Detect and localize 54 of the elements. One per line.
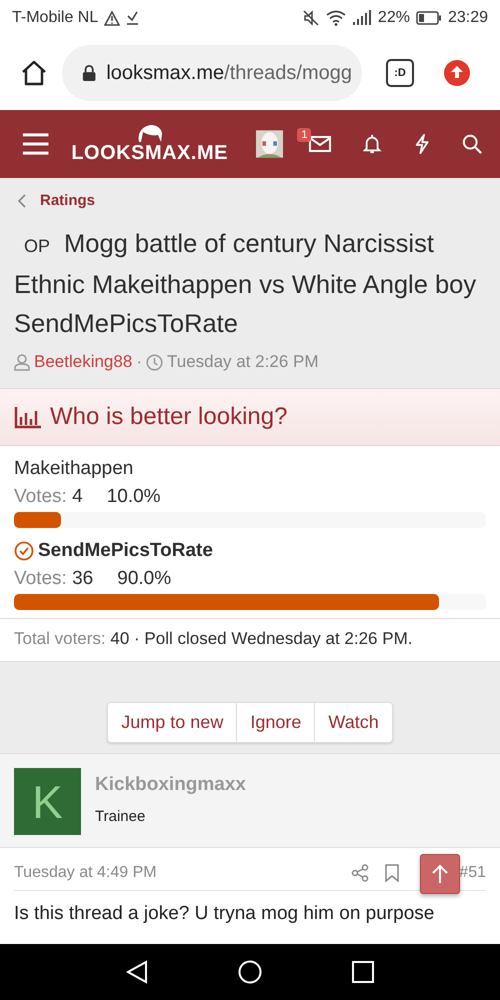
clock-time: 23:29 [448,9,488,27]
author-link[interactable]: Beetleking88 [34,352,132,372]
download-icon [126,11,140,25]
home-circle-icon[interactable] [238,960,262,984]
user-icon [14,354,30,370]
poll-question: Who is better looking? [50,403,288,431]
site-logo[interactable]: LOOKSMAX.ME [71,142,228,164]
breadcrumb-link[interactable]: Ratings [40,192,96,209]
mail-icon[interactable] [309,136,332,152]
menu-icon[interactable] [22,132,50,156]
poll-summary: Total voters: 40 · Poll closed Wednesday at 2:26 PM. [0,618,500,661]
vote-count: Votes: 36 [14,568,94,590]
poll-option-label: SendMePicsToRate [38,540,213,562]
warning-icon [104,10,120,26]
recents-icon[interactable] [352,961,374,983]
back-icon[interactable] [126,960,148,984]
post-date: Tuesday at 4:49 PM [14,864,157,882]
tab-switcher-button[interactable]: :D [386,59,414,87]
thread-action-button[interactable]: Jump to new [108,703,236,742]
url-bar[interactable]: looksmax.me/threads/mogg [62,45,362,101]
user-title: Trainee [95,808,146,825]
wifi-icon [326,10,346,26]
user-avatar[interactable]: K [14,768,81,835]
battery-percent: 22% [378,9,410,27]
bookmark-icon[interactable] [385,864,400,882]
separator-dot: · [136,352,142,372]
share-icon[interactable] [351,864,370,882]
scroll-top-button[interactable] [420,854,460,894]
battery-icon [416,11,442,25]
url-text: looksmax.me/threads/mogg [106,62,352,84]
carrier-label: T-Mobile NL [12,9,98,27]
vote-percent: 10.0% [106,486,161,508]
search-icon[interactable] [462,133,482,155]
back-chevron-icon[interactable] [18,194,26,208]
poll-option-label: Makeithappen [14,458,134,480]
vote-percent: 90.0% [117,568,172,590]
arrow-up-icon [431,864,449,884]
bell-icon[interactable] [363,133,382,155]
lightning-icon[interactable] [414,133,430,155]
post-date: Tuesday at 2:26 PM [166,352,318,372]
thread-action-button[interactable]: Watch [314,703,392,742]
post-body: Is this thread a joke? U tryna mog him on purpose [14,903,436,925]
avatar-icon[interactable] [256,129,284,159]
bar-chart-icon [14,405,42,429]
mute-icon [302,10,320,26]
signal-icon [352,10,372,26]
upload-icon[interactable] [444,60,470,86]
notification-badge: 1 [297,128,312,142]
thread-action-button[interactable]: Ignore [236,703,314,742]
home-icon[interactable] [20,59,48,87]
lock-icon [82,63,96,83]
vote-count: Votes: 4 [14,486,83,508]
thread-title: OP Mogg battle of century Narcissist Ethnic Makeithappen vs White Angle boy SendMePicsToRate [14,229,478,340]
clock-icon [146,354,163,370]
